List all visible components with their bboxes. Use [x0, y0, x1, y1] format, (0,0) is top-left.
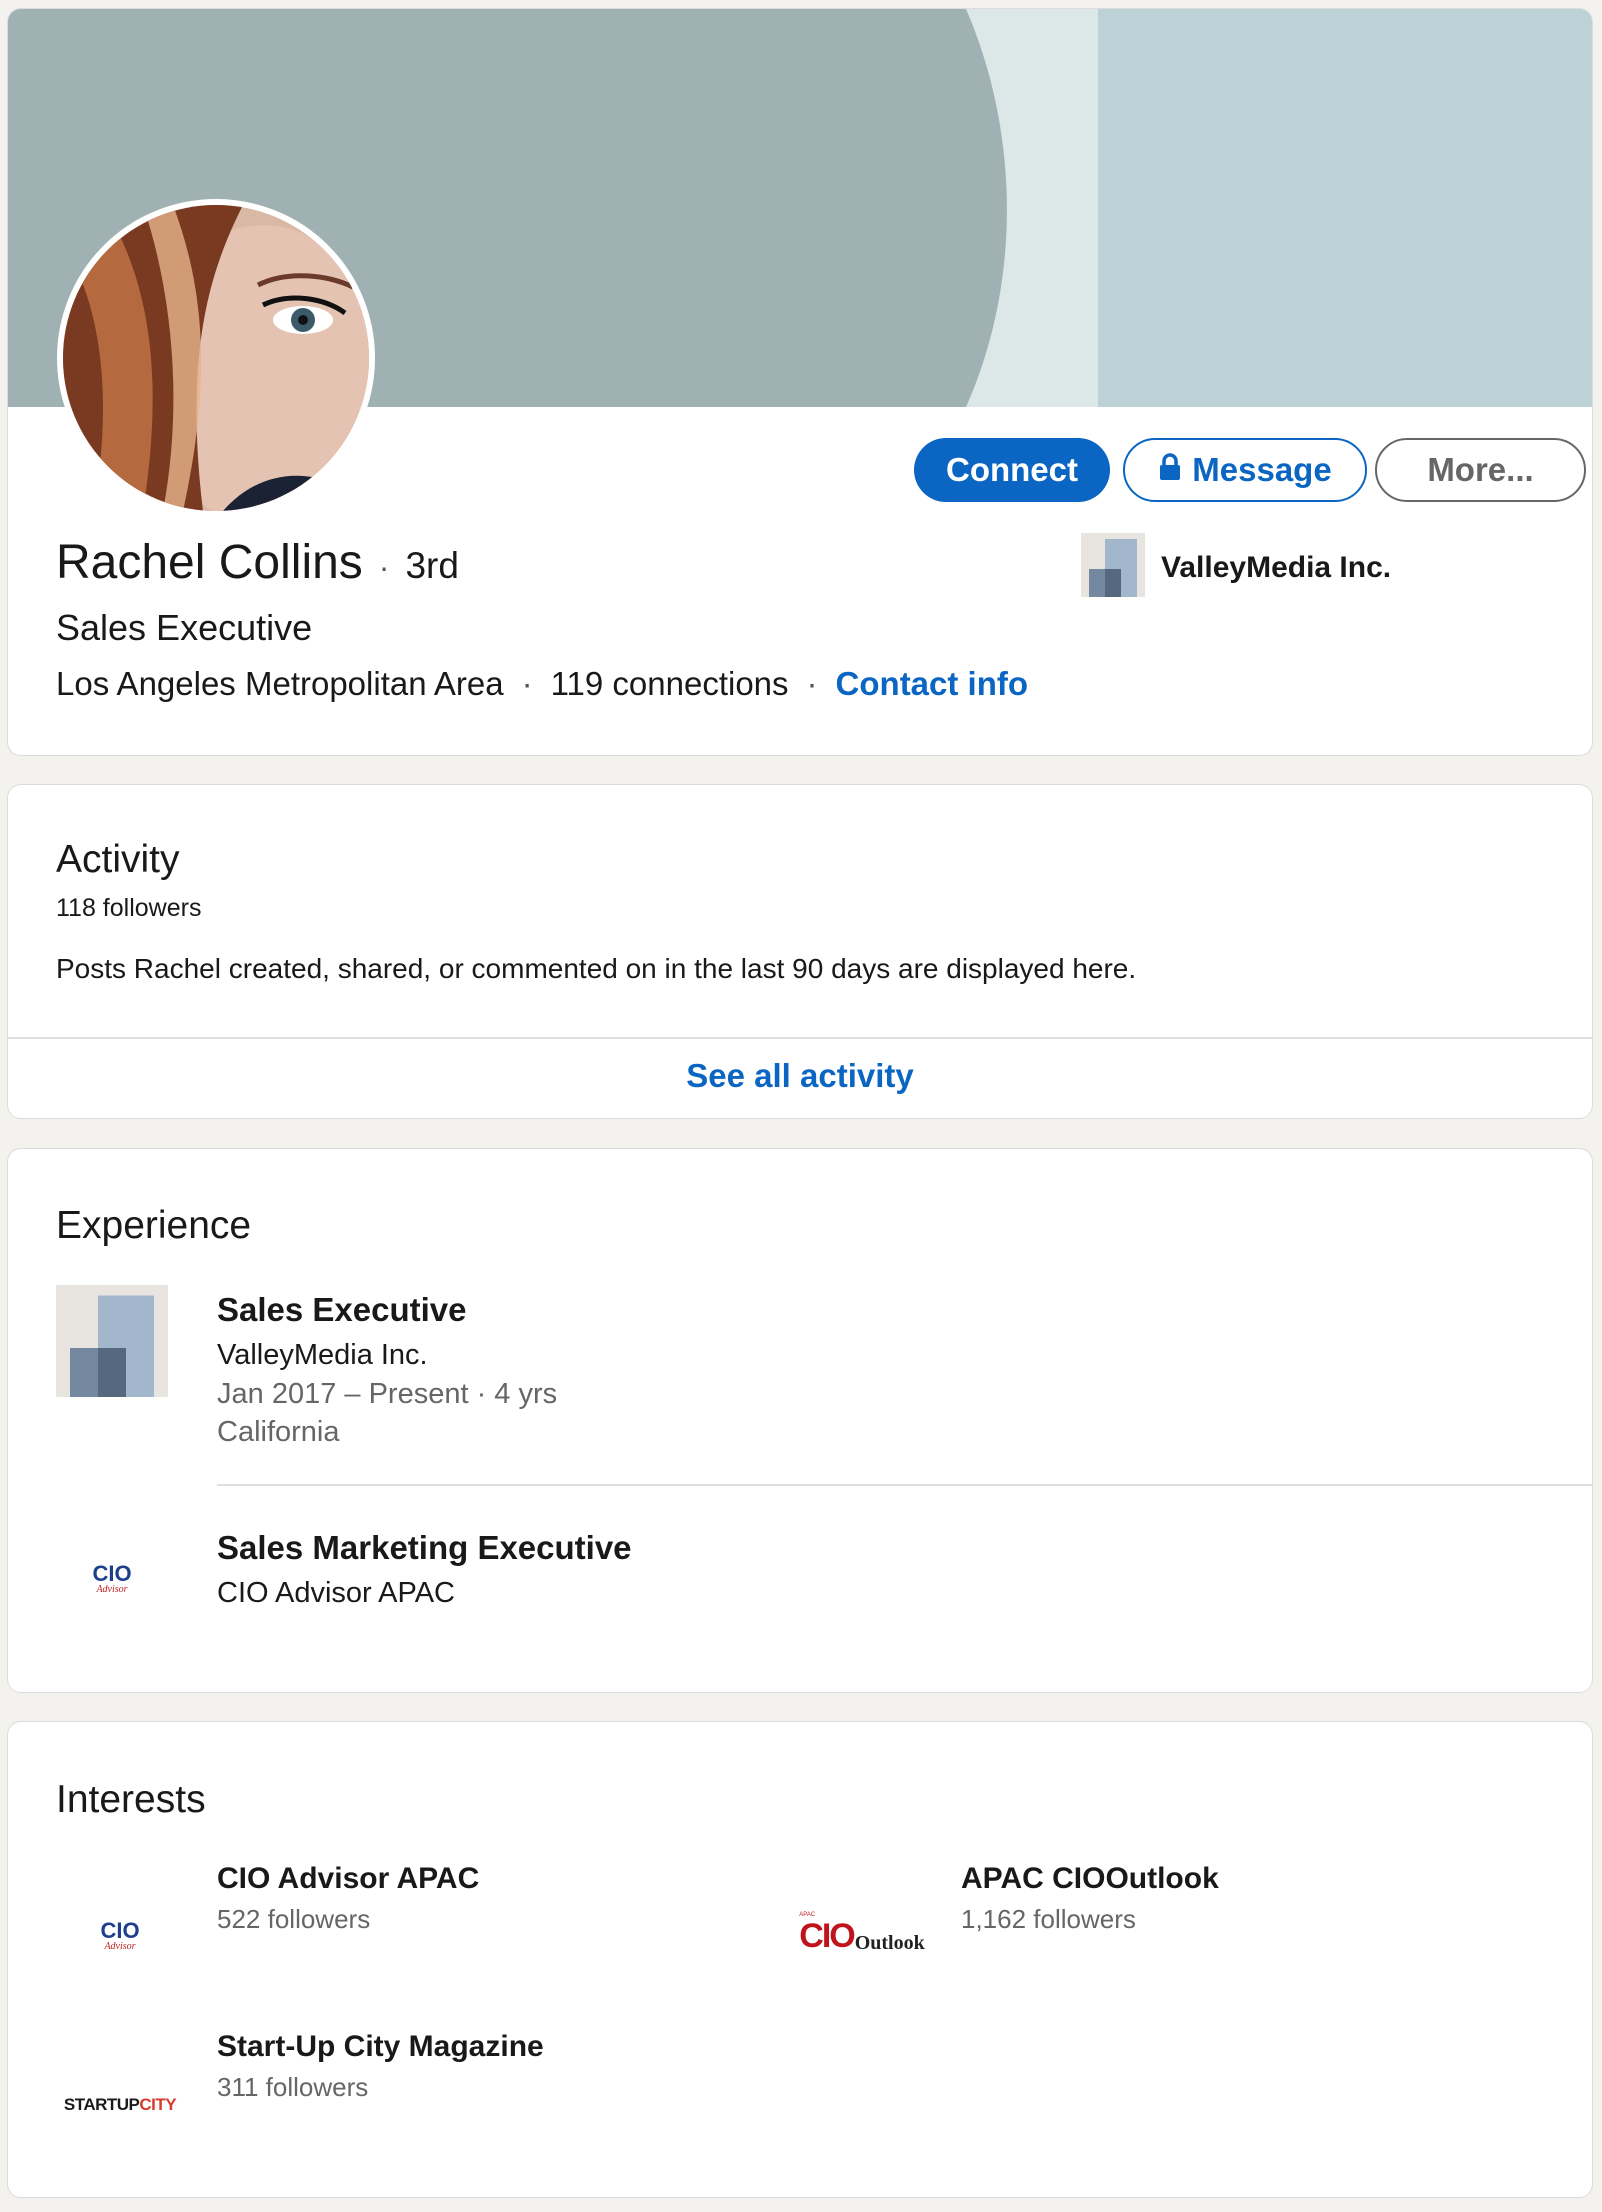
connection-degree: 3rd [405, 545, 459, 586]
valleymedia-logo[interactable] [56, 1285, 168, 1397]
profile-top-card: Connect Message More... Rachel Collins ·… [7, 8, 1593, 756]
activity-title: Activity [56, 838, 180, 881]
profile-meta-row: Los Angeles Metropolitan Area · 119 conn… [56, 665, 1028, 703]
interest-name-1[interactable]: APAC CIOOutlook [961, 1862, 1219, 1896]
experience-company-0: ValleyMedia Inc. [217, 1339, 428, 1371]
connect-button[interactable]: Connect [914, 438, 1110, 502]
experience-dates-0: Jan 2017 – Present · 4 yrs [217, 1378, 558, 1410]
separator-dot: · [806, 665, 818, 702]
interests-card: Interests CIO Advisor CIO Advisor APAC 5… [7, 1721, 1593, 2198]
contact-info-link[interactable]: Contact info [836, 665, 1028, 703]
more-button[interactable]: More... [1375, 438, 1586, 502]
separator-dot: · [378, 549, 390, 585]
experience-title: Experience [56, 1204, 252, 1247]
interests-title: Interests [56, 1778, 206, 1821]
current-company-name: ValleyMedia Inc. [1161, 550, 1392, 584]
profile-name-row: Rachel Collins · 3rd [56, 535, 459, 590]
experience-title-1[interactable]: Sales Marketing Executive [217, 1529, 632, 1567]
activity-card: Activity 118 followers Posts Rachel crea… [7, 784, 1593, 1119]
valleymedia-logo [1081, 533, 1145, 602]
profile-name: Rachel Collins [56, 536, 363, 589]
profile-headline: Sales Executive [56, 607, 313, 648]
profile-connections: 119 connections [550, 665, 789, 702]
logo-text: STARTUP [63, 2094, 140, 2114]
experience-card: Experience Sales Executive ValleyMedia I… [7, 1148, 1593, 1693]
experience-location-0: California [217, 1416, 340, 1448]
interest-followers-1: 1,162 followers [961, 1904, 1136, 1934]
logo-subtext: Advisor [104, 1941, 136, 1952]
interest-name-0[interactable]: CIO Advisor APAC [217, 1862, 479, 1896]
message-button-label: Message [1192, 451, 1332, 488]
follower-count: 118 followers [56, 894, 202, 922]
lock-icon [1158, 451, 1182, 489]
cio-advisor-logo[interactable]: CIO Advisor [64, 1880, 176, 1992]
profile-location: Los Angeles Metropolitan Area [56, 665, 504, 702]
interest-followers-0: 522 followers [217, 1904, 371, 1934]
experience-title-0[interactable]: Sales Executive [217, 1291, 467, 1329]
message-button[interactable]: Message [1123, 438, 1367, 502]
activity-description: Posts Rachel created, shared, or comment… [56, 953, 1137, 984]
separator-dot: · [521, 665, 533, 702]
interest-name-2[interactable]: Start-Up City Magazine [217, 2030, 544, 2064]
current-company-link[interactable]: ValleyMedia Inc. [1081, 533, 1391, 602]
logo-subtext: Outlook [854, 1932, 925, 1954]
cio-outlook-logo[interactable]: APAC CIO Outlook [799, 1880, 924, 1992]
connect-button-label: Connect [946, 451, 1078, 488]
logo-text: CIO [799, 1917, 855, 1955]
divider [217, 1484, 1592, 1486]
experience-company-1: CIO Advisor APAC [217, 1577, 455, 1609]
startup-city-logo[interactable]: STARTUPCITY [63, 2048, 177, 2160]
logo-text: CIO [100, 1918, 140, 1943]
interest-followers-2: 311 followers [217, 2072, 369, 2102]
cio-advisor-logo[interactable]: CIO Advisor [56, 1523, 168, 1635]
divider [8, 1037, 1592, 1039]
profile-avatar[interactable] [57, 199, 375, 517]
more-button-label: More... [1427, 451, 1534, 488]
logo-small-text: APAC [799, 1912, 816, 1918]
logo-subtext: CITY [139, 2094, 177, 2114]
see-all-activity-link[interactable]: See all activity [8, 1057, 1592, 1095]
